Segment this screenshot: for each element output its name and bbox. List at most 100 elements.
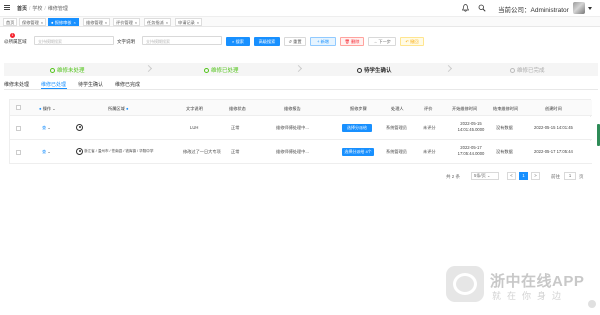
report-cell: 维修师傅处理中... [276,125,309,130]
close-icon: × [40,20,44,25]
dispatch-button[interactable]: 选择分派给 [342,124,372,132]
watermark-title: 浙中在线APP [490,273,585,290]
status-cell: 正常 [231,149,240,154]
step-item[interactable]: 维修已完成 [510,66,545,74]
desc-cell: LUH [190,125,199,130]
bell-icon[interactable] [462,4,469,12]
column-header: 报修步骤 [350,106,367,111]
info-icon: ● [125,106,129,111]
delete-button[interactable]: 🗑 删除 [340,37,364,46]
row-checkbox[interactable] [16,126,21,131]
user-icon [76,124,83,131]
table-row[interactable]: 查 ⌄ 浙江省 / 温州市 / 苍南县 / 钱库镇 / 华翔中学 修改过了一日大… [10,141,592,164]
tab-repair-manage[interactable]: 保修管理 × [19,18,47,26]
column-header: 文字说明 [186,106,203,111]
dispatch-button[interactable]: 选择分派给 4个 [342,148,374,156]
active-tab-indicator [41,88,67,89]
row-checkbox[interactable] [16,150,21,155]
close-icon: × [196,20,200,25]
handler-cell: 系统管理员 [386,149,407,154]
next-step-button[interactable]: → 下一步 [368,37,396,46]
total-count: 共 2 条 [446,174,461,179]
rating-cell: 未评分 [423,125,436,130]
prev-page-button[interactable]: < [507,172,516,180]
clock-icon [357,68,362,73]
search-icon[interactable] [478,4,486,12]
tab-apply-records[interactable]: 申请记录 × [175,18,203,26]
goto-page-input[interactable]: 1 [564,172,576,180]
rating-cell: 未评分 [423,149,436,154]
tab-home[interactable]: 首页 [3,18,18,26]
required-badge: 1 [10,33,15,38]
area-label: @所属区域 [4,39,27,44]
tab-evaluation[interactable]: 评价管理 × [113,18,141,26]
table-row[interactable]: 查 ⌄ LUH 正常 维修师傅处理中... 选择分派给 系统管理员 未评分 20… [10,117,592,140]
step-item[interactable]: 待学生确认 [357,66,392,74]
desc-label: 文字说明 [117,39,135,44]
created-time-cell: 2022-05-15 14:01:45 [534,125,573,130]
page-unit: 页 [579,174,584,179]
repair-table: ● 操作 ⌄ 所属区域 ● 文字说明 维修状态 维修报告 报修步骤 处理人 评价… [9,99,592,164]
page-size-select[interactable]: 5条/页 ⌄ [471,172,499,180]
end-time-cell: 没有数据 [496,125,513,130]
close-icon: × [134,20,138,25]
page-1-button[interactable]: 1 [519,172,528,180]
column-header: 所属区域 ● [108,106,129,111]
chevron-right-icon [444,64,453,73]
tab-repair-review[interactable]: ● 报修审核 × [48,18,79,26]
column-header: 评价 [424,106,433,111]
search-button[interactable]: ⌕ 搜索 [226,37,250,46]
subtab-unprocessed[interactable]: 维修未处理 [4,81,29,88]
avatar[interactable] [573,2,585,14]
subtab-await-confirm[interactable]: 待学生确认 [78,81,103,88]
row-action[interactable]: 查 ⌄ [42,149,51,155]
circle-icon [510,68,515,73]
tab-maintenance[interactable]: 维修管理 × [83,18,111,26]
table-header: ● 操作 ⌄ 所属区域 ● 文字说明 维修状态 维修报告 报修步骤 处理人 评价… [10,100,592,116]
breadcrumb-item[interactable]: 学校 [32,6,42,12]
goto-label: 前往 [551,174,560,179]
user-icon [76,148,83,155]
column-header: 开始维修时间 [452,106,478,111]
subtab-completed[interactable]: 维修已完成 [115,81,140,88]
column-header: 维修状态 [229,106,246,111]
end-time-cell: 没有数据 [496,149,513,154]
desc-cell: 修改过了一日大专项 [183,149,221,154]
close-icon: × [73,20,76,25]
status-cell: 正常 [231,125,240,130]
step-item[interactable]: 维修未处理 [50,66,85,74]
column-header: 创建时间 [545,106,562,111]
close-icon: × [104,20,108,25]
top-bar: 首页 / 学校 / 维修管理 当前公司：Administrator [0,0,600,17]
close-icon: × [165,20,169,25]
created-time-cell: 2022-05-17 17:05:44 [534,149,573,154]
select-all-checkbox[interactable] [16,105,21,110]
advanced-search-button[interactable]: 高级搜索 [254,37,280,46]
subtab-processed[interactable]: 维修已处理 [41,81,66,88]
handler-cell: 系统管理员 [386,125,407,130]
page-tabs: 首页 保修管理 × ● 报修审核 × 维修管理 × 评价管理 × 任务指派 × 申请记录 × [0,17,600,27]
tab-task-assign[interactable]: 任务指派 × [144,18,172,26]
check-icon [204,68,209,73]
current-company: 当前公司：Administrator [498,7,569,14]
column-header: 结束维修时间 [493,106,519,111]
breadcrumb: 首页 / 学校 / 维修管理 [17,6,68,12]
menu-icon[interactable] [4,5,10,10]
watermark-dot [588,300,596,308]
column-header[interactable]: ● 操作 ⌄ [39,106,56,112]
reset-button[interactable]: ↺ 重置 [284,37,306,46]
chevron-right-icon [294,64,303,73]
breadcrumb-item[interactable]: 首页 [17,6,27,12]
next-page-button[interactable]: > [531,172,540,180]
report-cell: 维修师傅处理中... [276,149,309,154]
start-time-cell: 2022-05-15 14:01:45.0000 [457,121,485,132]
column-header: 处理人 [391,106,404,111]
area-input[interactable]: 支持模糊搜索 [34,36,114,45]
chevron-right-icon [144,64,153,73]
add-button[interactable]: + 新增 [310,37,336,46]
row-action[interactable]: 查 ⌄ [42,125,51,131]
chevron-down-icon[interactable] [588,7,592,10]
revoke-button[interactable]: ↶ 撤回 [400,37,424,46]
desc-input[interactable]: 支持模糊搜索 [142,36,222,45]
step-item[interactable]: 维修已处理 [204,66,239,74]
